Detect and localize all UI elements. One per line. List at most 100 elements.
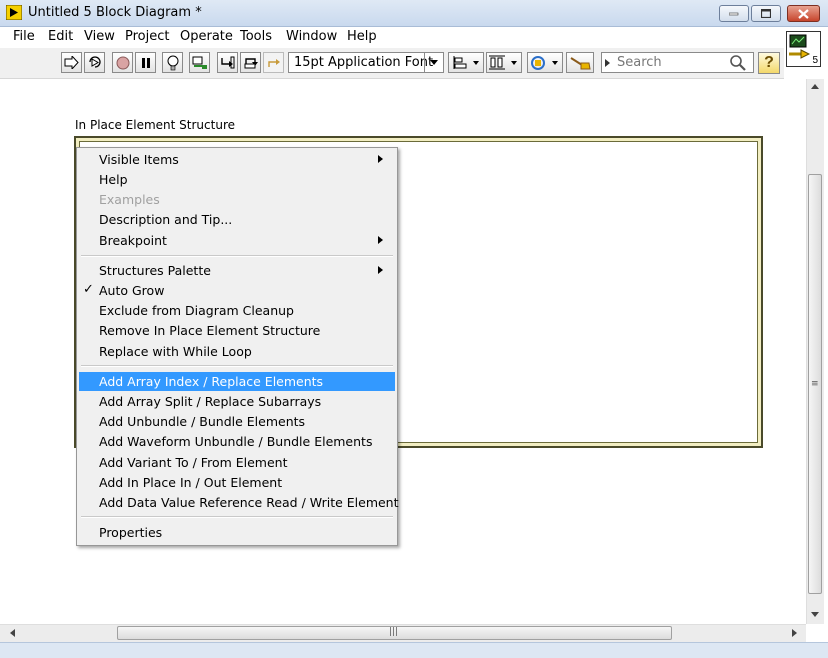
maximize-button[interactable] bbox=[751, 5, 781, 22]
search-input[interactable]: Search bbox=[601, 52, 754, 73]
menu-item-visible-items[interactable]: Visible Items bbox=[79, 150, 395, 169]
menu-item-label: Replace with While Loop bbox=[99, 344, 252, 359]
menu-separator bbox=[81, 365, 393, 367]
pause-button[interactable] bbox=[135, 52, 156, 73]
distribute-objects-dropdown[interactable] bbox=[486, 52, 522, 73]
menu-item-description-and-tip[interactable]: Description and Tip... bbox=[79, 210, 395, 229]
checkmark-icon: ✓ bbox=[83, 282, 94, 297]
scroll-left-icon[interactable] bbox=[10, 629, 15, 637]
minimize-button[interactable] bbox=[719, 5, 749, 22]
reorder-dropdown[interactable] bbox=[527, 52, 563, 73]
step-out-button[interactable] bbox=[263, 52, 284, 73]
toolbar: 15pt Application Font Search ? bbox=[0, 48, 784, 79]
menu-item-label: Structures Palette bbox=[99, 263, 211, 278]
menu-item-add-waveform-unbundle[interactable]: Add Waveform Unbundle / Bundle Elements bbox=[79, 432, 395, 451]
menu-separator bbox=[81, 255, 393, 257]
menu-window[interactable]: Window bbox=[286, 29, 337, 44]
vi-icon-number: 5 bbox=[812, 55, 818, 66]
menu-project[interactable]: Project bbox=[125, 29, 169, 44]
menu-item-add-array-index[interactable]: Add Array Index / Replace Elements bbox=[79, 372, 395, 391]
labview-window: Untitled 5 Block Diagram * File Edit Vie… bbox=[0, 0, 828, 658]
menu-item-add-in-place-in-out[interactable]: Add In Place In / Out Element bbox=[79, 473, 395, 492]
menu-item-label: Add Unbundle / Bundle Elements bbox=[99, 414, 306, 429]
menu-view[interactable]: View bbox=[84, 29, 115, 44]
window-title: Untitled 5 Block Diagram * bbox=[28, 5, 202, 20]
menu-file[interactable]: File bbox=[13, 29, 35, 44]
reorder-icon bbox=[531, 56, 558, 70]
title-bar[interactable]: Untitled 5 Block Diagram * bbox=[0, 0, 828, 27]
highlight-execution-button[interactable] bbox=[162, 52, 183, 73]
menu-item-label: Add Array Split / Replace Subarrays bbox=[99, 394, 322, 409]
menu-item-add-variant[interactable]: Add Variant To / From Element bbox=[79, 453, 395, 472]
menu-item-exclude-from-cleanup[interactable]: Exclude from Diagram Cleanup bbox=[79, 301, 395, 320]
context-menu: Visible Items Help Examples Description … bbox=[76, 147, 399, 546]
context-help-button[interactable]: ? bbox=[758, 52, 780, 74]
status-bar bbox=[0, 642, 828, 658]
run-button[interactable] bbox=[61, 52, 82, 73]
search-expand-icon bbox=[605, 59, 610, 67]
menu-item-remove-structure[interactable]: Remove In Place Element Structure bbox=[79, 321, 395, 340]
menu-item-structures-palette[interactable]: Structures Palette bbox=[79, 261, 395, 280]
menu-item-label: Auto Grow bbox=[99, 283, 165, 298]
pause-icon bbox=[141, 57, 150, 68]
abort-icon bbox=[116, 56, 129, 69]
vertical-scrollbar[interactable]: ≡ bbox=[806, 79, 824, 624]
menu-edit[interactable]: Edit bbox=[48, 29, 73, 44]
maximize-icon bbox=[752, 6, 780, 21]
step-into-button[interactable] bbox=[217, 52, 238, 73]
menu-item-label: Remove In Place Element Structure bbox=[99, 323, 321, 338]
step-into-icon bbox=[221, 56, 235, 69]
menu-item-help[interactable]: Help bbox=[79, 170, 395, 189]
lightbulb-icon bbox=[167, 55, 178, 70]
menu-item-label: Properties bbox=[99, 525, 163, 540]
menu-item-label: Visible Items bbox=[99, 152, 179, 167]
menu-item-label: Add Array Index / Replace Elements bbox=[99, 374, 324, 389]
scroll-up-icon[interactable] bbox=[811, 84, 819, 89]
search-placeholder: Search bbox=[617, 55, 662, 70]
menu-item-label: Add Data Value Reference Read / Write El… bbox=[99, 495, 399, 510]
cleanup-broom-icon bbox=[570, 56, 591, 69]
scroll-down-icon[interactable] bbox=[811, 612, 819, 617]
vi-icon[interactable]: 5 bbox=[786, 31, 821, 67]
step-out-icon bbox=[268, 59, 280, 67]
grip-icon: ≡ bbox=[811, 379, 819, 389]
menu-item-label: Examples bbox=[99, 192, 160, 207]
run-continuously-button[interactable] bbox=[84, 52, 105, 73]
menu-tools[interactable]: Tools bbox=[240, 29, 272, 44]
retain-wire-values-button[interactable] bbox=[189, 52, 210, 73]
submenu-arrow-icon bbox=[378, 155, 383, 163]
horizontal-scrollbar[interactable]: ||| bbox=[0, 624, 806, 643]
search-icon[interactable] bbox=[729, 54, 747, 76]
scroll-right-icon[interactable] bbox=[792, 629, 797, 637]
align-objects-dropdown[interactable] bbox=[448, 52, 484, 73]
menu-item-breakpoint[interactable]: Breakpoint bbox=[79, 231, 395, 250]
menu-item-replace-with-while-loop[interactable]: Replace with While Loop bbox=[79, 342, 395, 361]
font-selector-value: 15pt Application Font bbox=[294, 55, 434, 70]
menu-help[interactable]: Help bbox=[347, 29, 377, 44]
menu-item-label: Breakpoint bbox=[99, 233, 167, 248]
submenu-arrow-icon bbox=[378, 266, 383, 274]
menu-item-add-array-split[interactable]: Add Array Split / Replace Subarrays bbox=[79, 392, 395, 411]
menu-bar: File Edit View Project Operate Tools Win… bbox=[0, 27, 784, 48]
abort-button[interactable] bbox=[112, 52, 133, 73]
retain-wire-values-icon bbox=[192, 56, 207, 69]
grip-icon: ||| bbox=[389, 627, 399, 637]
step-over-button[interactable] bbox=[240, 52, 261, 73]
chevron-down-icon bbox=[424, 53, 443, 72]
structure-label: In Place Element Structure bbox=[75, 118, 235, 132]
run-arrow-icon bbox=[64, 56, 79, 69]
menu-item-label: Add Variant To / From Element bbox=[99, 455, 288, 470]
font-selector[interactable]: 15pt Application Font bbox=[288, 52, 444, 73]
minimize-icon bbox=[720, 6, 748, 21]
menu-item-add-unbundle-bundle[interactable]: Add Unbundle / Bundle Elements bbox=[79, 412, 395, 431]
close-button[interactable] bbox=[787, 5, 820, 22]
help-question-icon: ? bbox=[764, 54, 774, 71]
menu-separator bbox=[81, 516, 393, 518]
menu-item-properties[interactable]: Properties bbox=[79, 523, 395, 542]
step-over-icon bbox=[244, 58, 258, 69]
menu-item-add-data-value-reference[interactable]: Add Data Value Reference Read / Write El… bbox=[79, 493, 399, 512]
run-continuously-icon bbox=[89, 56, 101, 68]
menu-operate[interactable]: Operate bbox=[180, 29, 233, 44]
menu-item-auto-grow[interactable]: ✓ Auto Grow bbox=[79, 281, 395, 300]
cleanup-diagram-button[interactable] bbox=[566, 52, 594, 73]
